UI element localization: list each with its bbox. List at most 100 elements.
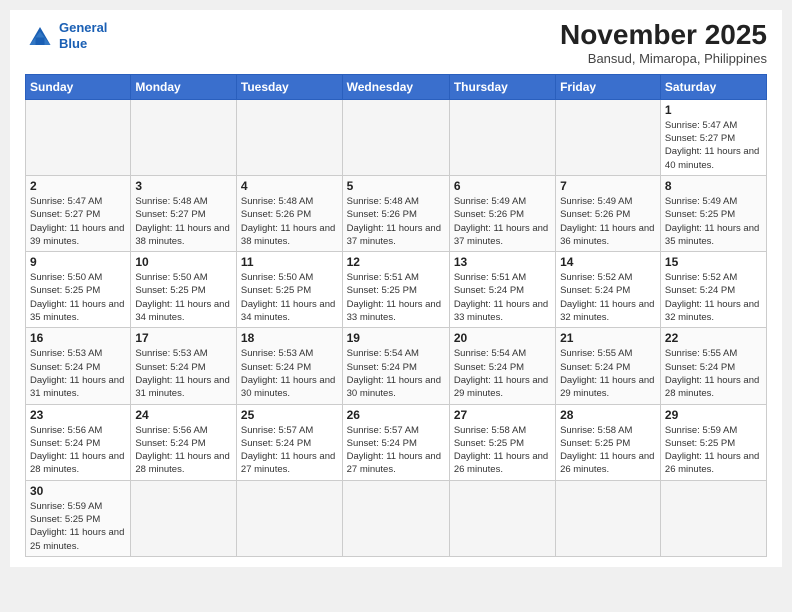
table-row: 8Sunrise: 5:49 AMSunset: 5:25 PMDaylight… (660, 175, 766, 251)
day-info: Sunrise: 5:54 AMSunset: 5:24 PMDaylight:… (347, 347, 445, 400)
table-row: 23Sunrise: 5:56 AMSunset: 5:24 PMDayligh… (26, 404, 131, 480)
logo-general: General (59, 20, 107, 35)
table-row: 3 Sunrise: 5:48 AMSunset: 5:27 PMDaylight… (131, 175, 237, 251)
day-number: 30 (30, 484, 126, 498)
day-info: Sunrise: 5:50 AMSunset: 5:25 PMDaylight:… (135, 271, 232, 324)
table-row (342, 99, 449, 175)
day-info: Sunrise: 5:57 AMSunset: 5:24 PMDaylight:… (347, 424, 445, 477)
day-number: 18 (241, 331, 338, 345)
day-number: 12 (347, 255, 445, 269)
table-row: 1 Sunrise: 5:47 AMSunset: 5:27 PMDaylight… (660, 99, 766, 175)
table-row (131, 99, 237, 175)
calendar-week-row: 16 Sunrise: 5:53 AMSunset: 5:24 PMDayligh… (26, 328, 767, 404)
subtitle: Bansud, Mimaropa, Philippines (560, 51, 767, 66)
day-number: 19 (347, 331, 445, 345)
day-info: Sunrise: 5:48 AMSunset: 5:26 PMDaylight:… (241, 195, 338, 248)
calendar-week-row: 30Sunrise: 5:59 AMSunset: 5:25 PMDayligh… (26, 480, 767, 556)
table-row: 9Sunrise: 5:50 AMSunset: 5:25 PMDaylight… (26, 252, 131, 328)
day-info: Sunrise: 5:49 AMSunset: 5:26 PMDaylight:… (454, 195, 551, 248)
header-saturday: Saturday (660, 74, 766, 99)
day-info: Sunrise: 5:51 AMSunset: 5:25 PMDaylight:… (347, 271, 445, 324)
day-info: Sunrise: 5:48 AMSunset: 5:26 PMDaylight:… (347, 195, 445, 248)
general-blue-logo-icon (25, 24, 55, 48)
day-number: 2 (30, 179, 126, 193)
day-number: 15 (665, 255, 762, 269)
logo-blue: Blue (59, 36, 87, 51)
day-info: Sunrise: 5:48 AMSunset: 5:27 PMDaylight:… (135, 195, 232, 248)
table-row (236, 99, 342, 175)
table-row: 10 Sunrise: 5:50 AMSunset: 5:25 PMDayligh… (131, 252, 237, 328)
day-info: Sunrise: 5:50 AMSunset: 5:25 PMDaylight:… (241, 271, 338, 324)
table-row: 21Sunrise: 5:55 AMSunset: 5:24 PMDayligh… (556, 328, 661, 404)
table-row: 17 Sunrise: 5:53 AMSunset: 5:24 PMDayligh… (131, 328, 237, 404)
day-info: Sunrise: 5:47 AMSunset: 5:27 PMDaylight:… (30, 195, 126, 248)
day-info: Sunrise: 5:50 AMSunset: 5:25 PMDaylight:… (30, 271, 126, 324)
day-number: 5 (347, 179, 445, 193)
day-number: 22 (665, 331, 762, 345)
header: General Blue November 2025 Bansud, Mimar… (25, 20, 767, 66)
day-number: 25 (241, 408, 338, 422)
table-row (236, 480, 342, 556)
table-row: 2 Sunrise: 5:47 AMSunset: 5:27 PMDaylight… (26, 175, 131, 251)
table-row: 22 Sunrise: 5:55 AMSunset: 5:24 PMDayligh… (660, 328, 766, 404)
day-number: 16 (30, 331, 126, 345)
day-info: Sunrise: 5:53 AMSunset: 5:24 PMDaylight:… (241, 347, 338, 400)
table-row: 26 Sunrise: 5:57 AMSunset: 5:24 PMDayligh… (342, 404, 449, 480)
day-number: 17 (135, 331, 232, 345)
day-number: 24 (135, 408, 232, 422)
table-row: 4Sunrise: 5:48 AMSunset: 5:26 PMDaylight… (236, 175, 342, 251)
table-row: 7 Sunrise: 5:49 AMSunset: 5:26 PMDaylight… (556, 175, 661, 251)
day-number: 7 (560, 179, 656, 193)
table-row: 16Sunrise: 5:53 AMSunset: 5:24 PMDayligh… (26, 328, 131, 404)
day-info: Sunrise: 5:59 AMSunset: 5:25 PMDaylight:… (665, 424, 762, 477)
day-number: 1 (665, 103, 762, 117)
header-wednesday: Wednesday (342, 74, 449, 99)
day-info: Sunrise: 5:57 AMSunset: 5:24 PMDaylight:… (241, 424, 338, 477)
table-row: 15 Sunrise: 5:52 AMSunset: 5:24 PMDayligh… (660, 252, 766, 328)
table-row: 12 Sunrise: 5:51 AMSunset: 5:25 PMDayligh… (342, 252, 449, 328)
day-info: Sunrise: 5:49 AMSunset: 5:25 PMDaylight:… (665, 195, 762, 248)
day-number: 13 (454, 255, 551, 269)
table-row: 28Sunrise: 5:58 AMSunset: 5:25 PMDayligh… (556, 404, 661, 480)
day-number: 26 (347, 408, 445, 422)
table-row (131, 480, 237, 556)
table-row: 30Sunrise: 5:59 AMSunset: 5:25 PMDayligh… (26, 480, 131, 556)
day-info: Sunrise: 5:58 AMSunset: 5:25 PMDaylight:… (454, 424, 551, 477)
day-number: 21 (560, 331, 656, 345)
day-info: Sunrise: 5:53 AMSunset: 5:24 PMDaylight:… (135, 347, 232, 400)
calendar-week-row: 2 Sunrise: 5:47 AMSunset: 5:27 PMDaylight… (26, 175, 767, 251)
day-number: 28 (560, 408, 656, 422)
day-info: Sunrise: 5:47 AMSunset: 5:27 PMDaylight:… (665, 119, 762, 172)
table-row: 27 Sunrise: 5:58 AMSunset: 5:25 PMDayligh… (449, 404, 555, 480)
month-title: November 2025 (560, 20, 767, 51)
table-row (449, 99, 555, 175)
table-row: 29Sunrise: 5:59 AMSunset: 5:25 PMDayligh… (660, 404, 766, 480)
header-friday: Friday (556, 74, 661, 99)
day-number: 27 (454, 408, 551, 422)
table-row: 5 Sunrise: 5:48 AMSunset: 5:26 PMDaylight… (342, 175, 449, 251)
table-row (556, 480, 661, 556)
day-info: Sunrise: 5:51 AMSunset: 5:24 PMDaylight:… (454, 271, 551, 324)
day-info: Sunrise: 5:55 AMSunset: 5:24 PMDaylight:… (665, 347, 762, 400)
table-row: 25 Sunrise: 5:57 AMSunset: 5:24 PMDayligh… (236, 404, 342, 480)
table-row (342, 480, 449, 556)
day-number: 10 (135, 255, 232, 269)
table-row (26, 99, 131, 175)
table-row (660, 480, 766, 556)
table-row: 20Sunrise: 5:54 AMSunset: 5:24 PMDayligh… (449, 328, 555, 404)
calendar-week-row: 9Sunrise: 5:50 AMSunset: 5:25 PMDaylight… (26, 252, 767, 328)
table-row: 24Sunrise: 5:56 AMSunset: 5:24 PMDayligh… (131, 404, 237, 480)
calendar-week-row: 1 Sunrise: 5:47 AMSunset: 5:27 PMDaylight… (26, 99, 767, 175)
day-info: Sunrise: 5:52 AMSunset: 5:24 PMDaylight:… (560, 271, 656, 324)
day-info: Sunrise: 5:49 AMSunset: 5:26 PMDaylight:… (560, 195, 656, 248)
day-number: 3 (135, 179, 232, 193)
day-info: Sunrise: 5:54 AMSunset: 5:24 PMDaylight:… (454, 347, 551, 400)
logo-text: General Blue (59, 20, 107, 51)
day-number: 11 (241, 255, 338, 269)
day-number: 14 (560, 255, 656, 269)
table-row: 11 Sunrise: 5:50 AMSunset: 5:25 PMDayligh… (236, 252, 342, 328)
title-section: November 2025 Bansud, Mimaropa, Philippi… (560, 20, 767, 66)
day-number: 23 (30, 408, 126, 422)
table-row (556, 99, 661, 175)
day-info: Sunrise: 5:52 AMSunset: 5:24 PMDaylight:… (665, 271, 762, 324)
